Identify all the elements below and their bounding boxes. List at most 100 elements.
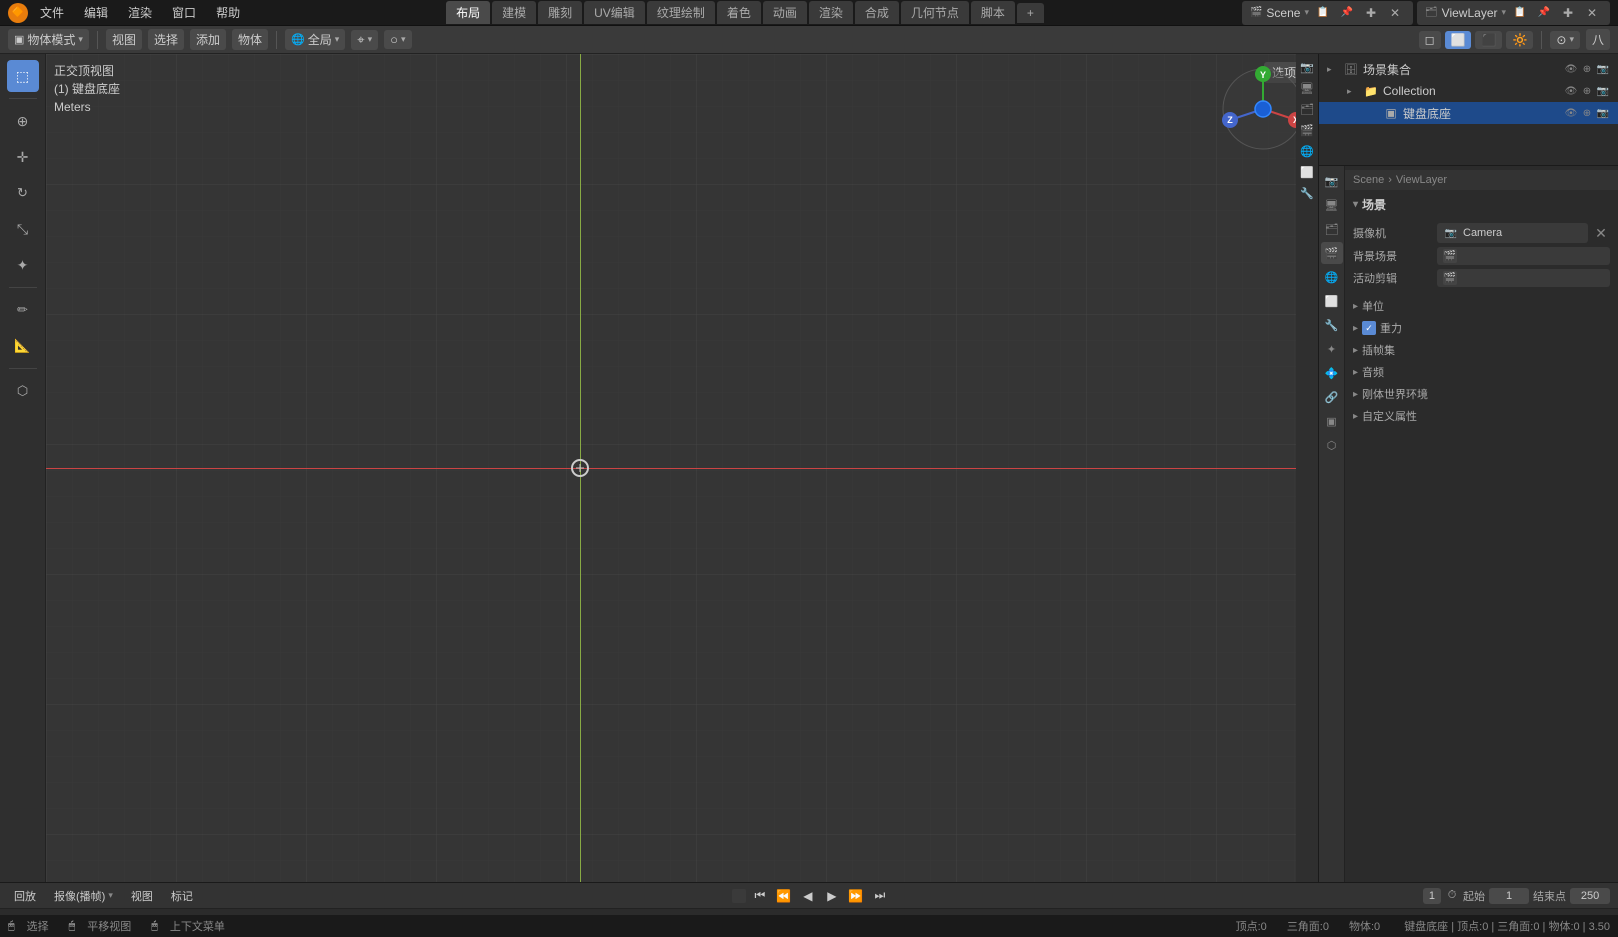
props-scene-icon[interactable]: 🎬 bbox=[1321, 242, 1343, 264]
timeline-frame-btn[interactable]: 报像(播帧) ▾ bbox=[48, 886, 119, 906]
scene-selector[interactable]: 🎬 Scene ▾ 📋 📌 ✚ ✕ bbox=[1242, 1, 1413, 25]
jump-end-btn[interactable]: ⏭ bbox=[870, 886, 890, 906]
workspace-scripting[interactable]: 脚本 bbox=[971, 1, 1015, 24]
xray-toggle[interactable]: 八 bbox=[1586, 29, 1610, 50]
props-view-layer-icon[interactable]: 🗂 bbox=[1321, 218, 1343, 240]
viewlayer-close-icon[interactable]: ✕ bbox=[1582, 3, 1602, 23]
viewlayer-pin-icon[interactable]: 📌 bbox=[1534, 3, 1554, 23]
step-forward-btn[interactable]: ⏩ bbox=[846, 886, 866, 906]
menu-edit[interactable]: 编辑 bbox=[76, 2, 116, 23]
vr-object-icon[interactable]: ⬜ bbox=[1298, 163, 1316, 181]
outliner-item-keyboard-base[interactable]: ▸ ▣ 键盘底座 👁 ⊕ 📷 bbox=[1319, 102, 1618, 124]
props-object-icon[interactable]: ⬜ bbox=[1321, 290, 1343, 312]
overlay-toggle[interactable]: ⊙ ▾ bbox=[1550, 31, 1580, 49]
bg-scene-value[interactable]: 🎬 bbox=[1437, 247, 1610, 265]
menu-file[interactable]: 文件 bbox=[32, 2, 72, 23]
props-output-icon[interactable]: 🖥 bbox=[1321, 194, 1343, 216]
tool-rotate[interactable]: ↻ bbox=[7, 177, 39, 209]
workspace-compositing[interactable]: 合成 bbox=[855, 1, 899, 24]
jump-start-btn[interactable]: ⏮ bbox=[750, 886, 770, 906]
collection-eye-icon[interactable]: 👁 bbox=[1564, 84, 1578, 98]
current-frame-input[interactable]: 1 bbox=[1423, 888, 1441, 904]
view-layer-selector[interactable]: 🗂 ViewLayer ▾ 📋 📌 ✚ ✕ bbox=[1417, 1, 1610, 25]
viewport-shading-solid[interactable]: ⬜ bbox=[1445, 31, 1472, 49]
scene-close-icon[interactable]: ✕ bbox=[1385, 3, 1405, 23]
outliner-item-collection[interactable]: ▸ 📁 Collection 👁 ⊕ 📷 bbox=[1319, 80, 1618, 102]
workspace-add[interactable]: + bbox=[1017, 3, 1044, 23]
nav-gizmo[interactable]: Y X Z 🔍 ✋ 🎥 ⊞ bbox=[1218, 64, 1308, 154]
tool-cursor[interactable]: ⊕ bbox=[7, 105, 39, 137]
props-gravity-section[interactable]: ▸ ✓ 重力 bbox=[1345, 317, 1618, 339]
play-back-btn[interactable]: ◀ bbox=[798, 886, 818, 906]
play-forward-btn[interactable]: ▶ bbox=[822, 886, 842, 906]
viewport-shading-rendered[interactable]: 🔆 bbox=[1506, 31, 1533, 49]
vr-output-icon[interactable]: 🖥 bbox=[1298, 79, 1316, 97]
viewport-shading-wire[interactable]: ◻ bbox=[1419, 31, 1441, 49]
props-particles-icon[interactable]: ✦ bbox=[1321, 338, 1343, 360]
workspace-texture-paint[interactable]: 纹理绘制 bbox=[647, 1, 715, 24]
collection-render-icon[interactable]: 📷 bbox=[1596, 84, 1610, 98]
snap-tool[interactable]: ⌖ ▾ bbox=[351, 30, 378, 50]
outliner-item-scene-collection[interactable]: ▸ 🗄 场景集合 👁 ⊕ 📷 bbox=[1319, 58, 1618, 80]
workspace-animation[interactable]: 动画 bbox=[763, 1, 807, 24]
main-viewport[interactable]: 正交顶视图 (1) 键盘底座 Meters 选项▾ Y X Z bbox=[46, 54, 1318, 882]
tool-add-primitive[interactable]: ⬡ bbox=[7, 375, 39, 407]
workspace-render[interactable]: 渲染 bbox=[809, 1, 853, 24]
props-scene-section-header[interactable]: ▾ 场景 bbox=[1345, 192, 1618, 217]
workspace-geometry-nodes[interactable]: 几何节点 bbox=[901, 1, 969, 24]
select-menu[interactable]: 选择 bbox=[148, 29, 184, 50]
keyboard-base-eye-icon[interactable]: 👁 bbox=[1564, 106, 1578, 120]
start-frame-input[interactable]: 1 bbox=[1489, 888, 1529, 904]
gravity-checkbox[interactable]: ✓ bbox=[1362, 321, 1376, 335]
props-audio-section[interactable]: ▸ 音频 bbox=[1345, 361, 1618, 383]
props-units-section[interactable]: ▸ 单位 bbox=[1345, 295, 1618, 317]
timeline-playback-btn[interactable]: 回放 bbox=[8, 886, 42, 906]
props-rigid-body-section[interactable]: ▸ 刚体世界环境 bbox=[1345, 383, 1618, 405]
scene-new-icon[interactable]: ✚ bbox=[1361, 3, 1381, 23]
scene-options-icon[interactable]: 📋 bbox=[1313, 3, 1333, 23]
tool-transform[interactable]: ✦ bbox=[7, 249, 39, 281]
tool-select-box[interactable]: ⬚ bbox=[7, 60, 39, 92]
camera-remove-btn[interactable]: ✕ bbox=[1592, 224, 1610, 242]
workspace-layout[interactable]: 布局 bbox=[446, 1, 490, 24]
props-constraints-icon[interactable]: 🔗 bbox=[1321, 386, 1343, 408]
workspace-sculpt[interactable]: 雕刻 bbox=[538, 1, 582, 24]
vr-view-layer-icon[interactable]: 🗂 bbox=[1298, 100, 1316, 118]
viewlayer-new-icon[interactable]: ✚ bbox=[1558, 3, 1578, 23]
workspace-shading[interactable]: 着色 bbox=[717, 1, 761, 24]
step-back-btn[interactable]: ⏪ bbox=[774, 886, 794, 906]
props-physics-icon[interactable]: 💠 bbox=[1321, 362, 1343, 384]
props-modifier-icon[interactable]: 🔧 bbox=[1321, 314, 1343, 336]
add-menu[interactable]: 添加 bbox=[190, 29, 226, 50]
menu-window[interactable]: 窗口 bbox=[164, 2, 204, 23]
scene-collection-cursor-icon[interactable]: ⊕ bbox=[1580, 62, 1594, 76]
scene-pin-icon[interactable]: 📌 bbox=[1337, 3, 1357, 23]
frame-type-icon[interactable]: ⏱ bbox=[1445, 889, 1459, 903]
props-keying-sets-section[interactable]: ▸ 插帧集 bbox=[1345, 339, 1618, 361]
global-transform[interactable]: 🌐 全局 ▾ bbox=[285, 29, 345, 50]
props-material-icon[interactable]: ⬡ bbox=[1321, 434, 1343, 456]
camera-value[interactable]: 📷 Camera bbox=[1437, 223, 1588, 243]
tool-scale[interactable]: ⤡ bbox=[7, 213, 39, 245]
timeline-view-btn[interactable]: 视图 bbox=[125, 886, 159, 906]
keyboard-base-render-icon[interactable]: 📷 bbox=[1596, 106, 1610, 120]
scene-collection-render-icon[interactable]: 📷 bbox=[1596, 62, 1610, 76]
tool-move[interactable]: ✛ bbox=[7, 141, 39, 173]
vr-world-icon[interactable]: 🌐 bbox=[1298, 142, 1316, 160]
menu-render[interactable]: 渲染 bbox=[120, 2, 160, 23]
props-custom-props-section[interactable]: ▸ 自定义属性 bbox=[1345, 405, 1618, 427]
vr-render-icon[interactable]: 📷 bbox=[1298, 58, 1316, 76]
workspace-uv[interactable]: UV编辑 bbox=[584, 1, 645, 24]
tool-measure[interactable]: 📐 bbox=[7, 330, 39, 362]
mode-selector[interactable]: ▣ 物体模式 ▾ bbox=[8, 29, 89, 50]
props-object-data-icon[interactable]: ▣ bbox=[1321, 410, 1343, 432]
timeline-mark-btn[interactable]: 标记 bbox=[165, 886, 199, 906]
collection-cursor-icon[interactable]: ⊕ bbox=[1580, 84, 1594, 98]
vr-modifier-icon[interactable]: 🔧 bbox=[1298, 184, 1316, 202]
props-world-icon[interactable]: 🌐 bbox=[1321, 266, 1343, 288]
tool-annotate[interactable]: ✏ bbox=[7, 294, 39, 326]
vr-scene-icon[interactable]: 🎬 bbox=[1298, 121, 1316, 139]
view-menu[interactable]: 视图 bbox=[106, 29, 142, 50]
scene-collection-eye-icon[interactable]: 👁 bbox=[1564, 62, 1578, 76]
workspace-modeling[interactable]: 建模 bbox=[492, 1, 536, 24]
